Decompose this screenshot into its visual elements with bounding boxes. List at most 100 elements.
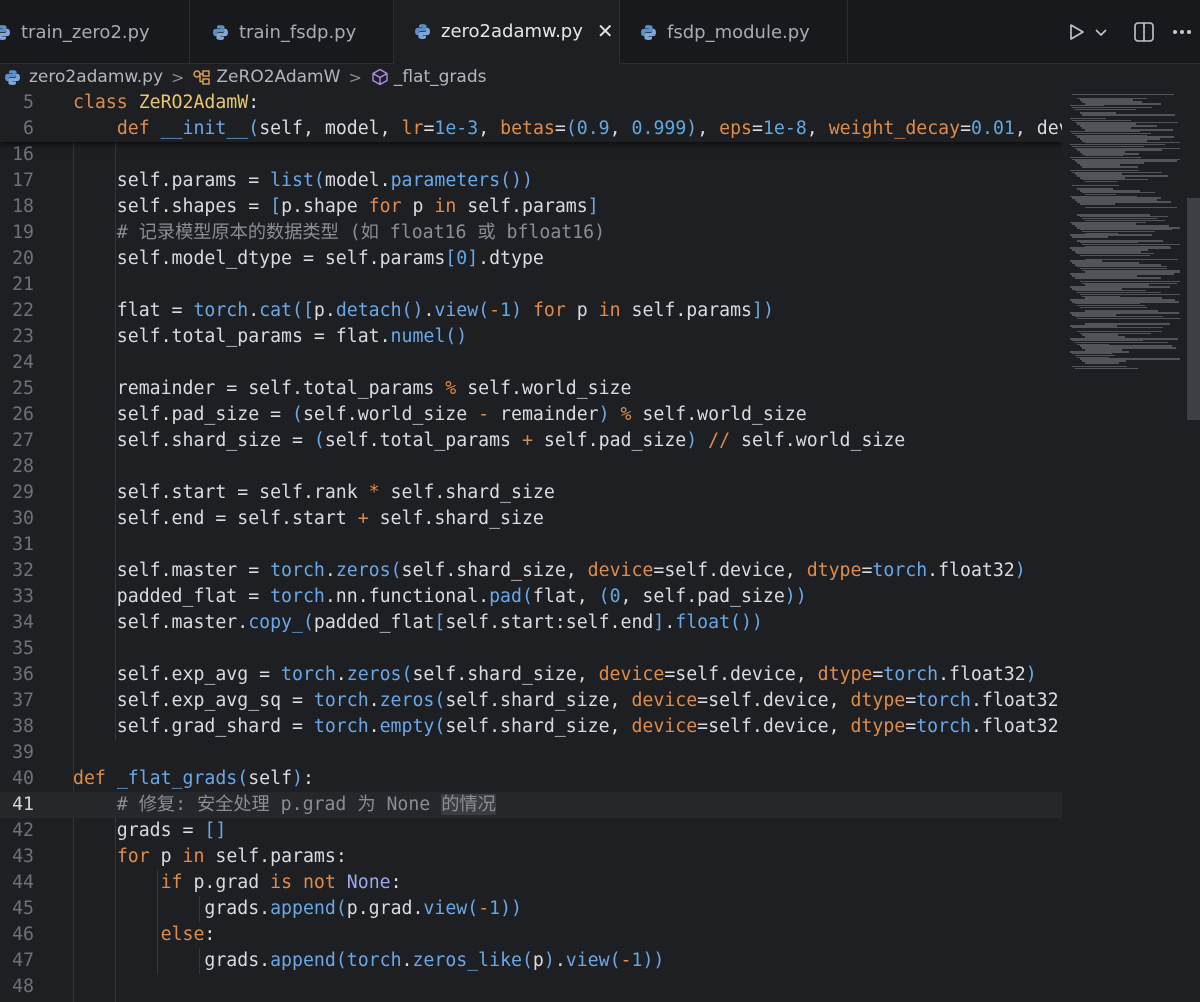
code-line[interactable]: 30 self.end = self.start + self.shard_si… <box>0 506 1062 532</box>
code-line[interactable]: 44 if p.grad is not None: <box>0 870 1062 896</box>
more-actions-button[interactable] <box>1164 12 1200 52</box>
code-line[interactable]: 27 self.shard_size = (self.total_params … <box>0 428 1062 454</box>
code-line[interactable]: 22 flat = torch.cat([p.detach().view(-1)… <box>0 298 1062 324</box>
line-number: 27 <box>12 430 34 451</box>
minimap-line <box>1080 254 1150 257</box>
sticky-line[interactable]: 6 def __init__(self, model, lr=1e-3, bet… <box>0 116 1062 142</box>
code-line[interactable]: 46 else: <box>0 922 1062 948</box>
line-number: 38 <box>12 716 34 737</box>
breadcrumb-method[interactable]: _flat_grads <box>394 67 487 87</box>
breadcrumb-file[interactable]: zero2adamw.py <box>29 67 163 87</box>
code-line[interactable]: 47 grads.append(torch.zeros_like(p).view… <box>0 948 1062 974</box>
play-icon <box>1070 24 1084 40</box>
line-number: 29 <box>12 482 34 503</box>
breadcrumb: zero2adamw.py > ZeRO2AdamW > _flat_grads <box>0 64 1200 90</box>
sticky-scroll-header[interactable]: 5 class ZeRO2AdamW: 6 def __init__(self, m… <box>0 90 1062 142</box>
line-number: 23 <box>12 326 34 347</box>
line-number: 45 <box>12 898 34 919</box>
code-text: # 修复: 安全处理 p.grad 为 None 的情况 <box>73 794 496 815</box>
split-editor-button[interactable] <box>1124 12 1164 52</box>
code-line[interactable]: 42 grads = [] <box>0 818 1062 844</box>
code-line[interactable]: 34 self.master.copy_(padded_flat[self.st… <box>0 610 1062 636</box>
minimap-line <box>1080 306 1147 309</box>
class-icon <box>193 70 211 85</box>
code-line[interactable]: 20 self.model_dtype = self.params[0].dty… <box>0 246 1062 272</box>
code-line[interactable]: 32 self.master = torch.zeros(self.shard_… <box>0 558 1062 584</box>
code-text: self.pad_size = (self.world_size - remai… <box>73 404 807 425</box>
line-number: 6 <box>23 118 34 139</box>
code-text: self.master.copy_(padded_flat[self.start… <box>73 612 763 633</box>
sticky-line[interactable]: 5 class ZeRO2AdamW: <box>0 90 1062 116</box>
code-line[interactable]: 17 self.params = list(model.parameters()… <box>0 168 1062 194</box>
code-line[interactable]: 16 <box>0 142 1062 168</box>
code-line[interactable]: 45 grads.append(p.grad.view(-1)) <box>0 896 1062 922</box>
line-number: 47 <box>12 950 34 971</box>
code-line[interactable]: 39 <box>0 740 1062 766</box>
minimap-line <box>1082 114 1175 116</box>
code-text: grads.append(p.grad.view(-1)) <box>73 898 522 919</box>
code-line[interactable]: 25 remainder = self.total_params % self.… <box>0 376 1062 402</box>
code-text: flat = torch.cat([p.detach().view(-1) fo… <box>73 300 774 321</box>
minimap-line <box>1072 236 1108 238</box>
minimap-line <box>1072 326 1163 329</box>
scrollbar-thumb[interactable] <box>1187 198 1200 420</box>
code-line[interactable]: 19 # 记录模型原本的数据类型 (如 float16 或 bfloat16) <box>0 220 1062 246</box>
code-line[interactable]: 31 <box>0 532 1062 558</box>
code-text: self.model_dtype = self.params[0].dtype <box>73 248 544 269</box>
run-menu-button[interactable] <box>1090 12 1112 52</box>
line-number: 5 <box>23 92 34 113</box>
python-file-icon <box>641 24 656 40</box>
tab-zero2adamw[interactable]: zero2adamw.py ✕ <box>394 0 620 64</box>
line-number: 17 <box>12 170 34 191</box>
minimap-line <box>1085 362 1119 364</box>
line-number: 21 <box>12 274 34 295</box>
code-line[interactable]: 26 self.pad_size = (self.world_size - re… <box>0 402 1062 428</box>
code-text: self.exp_avg_sq = torch.zeros(self.shard… <box>73 690 1062 711</box>
python-file-icon <box>0 24 10 40</box>
tab-train-fsdp[interactable]: train_fsdp.py <box>190 0 394 64</box>
tab-label: fsdp_module.py <box>667 21 810 43</box>
code-line[interactable]: 24 <box>0 350 1062 376</box>
code-line[interactable]: 23 self.total_params = flat.numel() <box>0 324 1062 350</box>
close-icon[interactable]: ✕ <box>597 22 614 42</box>
code-line[interactable]: 18 self.shapes = [p.shape for p in self.… <box>0 194 1062 220</box>
line-number: 37 <box>12 690 34 711</box>
tab-train-zero2[interactable]: train_zero2.py <box>0 0 190 64</box>
run-button[interactable] <box>1062 12 1090 52</box>
code-line[interactable]: 29 self.start = self.rank * self.shard_s… <box>0 480 1062 506</box>
code-line[interactable]: 40 def _flat_grads(self): <box>0 766 1062 792</box>
line-number: 48 <box>12 976 34 997</box>
code-text: self.params = list(model.parameters()) <box>73 170 533 191</box>
code-line[interactable]: 48 <box>0 974 1062 1000</box>
code-text: # 记录模型原本的数据类型 (如 float16 或 bfloat16) <box>73 222 606 243</box>
line-number: 41 <box>12 794 34 815</box>
chevron-down-icon <box>1095 29 1107 37</box>
code-line[interactable]: 37 self.exp_avg_sq = torch.zeros(self.sh… <box>0 688 1062 714</box>
code-line[interactable]: 21 <box>0 272 1062 298</box>
line-number: 31 <box>12 534 34 555</box>
tab-fsdp-module[interactable]: fsdp_module.py <box>620 0 848 64</box>
minimap-line <box>1072 184 1119 186</box>
line-number: 32 <box>12 560 34 581</box>
line-number: 46 <box>12 924 34 945</box>
code-text: self.exp_avg = torch.zeros(self.shard_si… <box>73 664 1037 685</box>
code-line[interactable]: 28 <box>0 454 1062 480</box>
code-line[interactable]: 41 # 修复: 安全处理 p.grad 为 None 的情况 <box>0 792 1062 818</box>
code-editor[interactable]: 16 17 self.params = list(model.parameters… <box>0 90 1062 1002</box>
code-line[interactable]: 43 for p in self.params: <box>0 844 1062 870</box>
line-number: 42 <box>12 820 34 841</box>
line-number: 19 <box>12 222 34 243</box>
code-text: self.end = self.start + self.shard_size <box>73 508 544 529</box>
line-number: 26 <box>12 404 34 425</box>
code-line[interactable]: 33 padded_flat = torch.nn.functional.pad… <box>0 584 1062 610</box>
code-line[interactable]: 35 <box>0 636 1062 662</box>
code-line[interactable]: 38 self.grad_shard = torch.empty(self.sh… <box>0 714 1062 740</box>
breadcrumb-class[interactable]: ZeRO2AdamW <box>216 67 340 87</box>
line-number: 28 <box>12 456 34 477</box>
minimap[interactable] <box>1062 90 1188 1002</box>
minimap-line <box>1080 203 1115 205</box>
python-file-icon <box>213 24 228 40</box>
line-number: 24 <box>12 352 34 373</box>
code-line[interactable]: 36 self.exp_avg = torch.zeros(self.shard… <box>0 662 1062 688</box>
line-number: 33 <box>12 586 34 607</box>
